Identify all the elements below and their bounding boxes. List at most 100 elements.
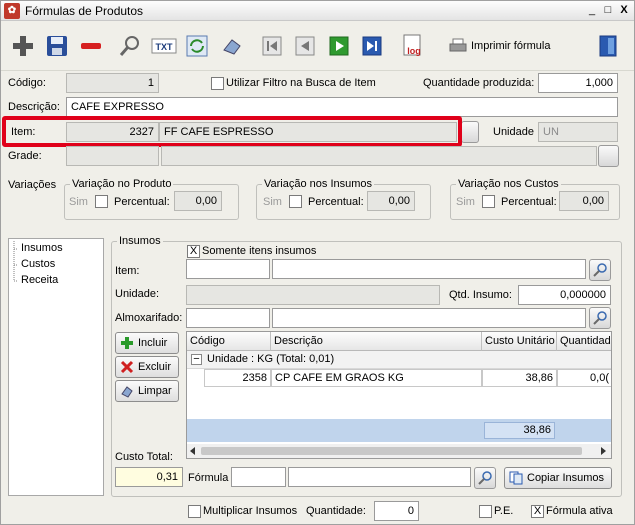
column-header-codigo[interactable]: Código [187,332,271,351]
title-bar: ✿ Fórmulas de Produtos _ □ X [1,1,634,21]
formula-label: Fórmula [188,472,229,484]
variacao-produto-checkbox[interactable] [95,195,108,208]
somente-insumos-checkbox[interactable]: X [187,245,200,258]
variacao-produto-percentual-field[interactable]: 0,00 [174,191,222,211]
incluir-button[interactable]: Incluir [115,332,179,354]
variacao-insumos-percentual-field[interactable]: 0,00 [367,191,415,211]
variacao-produto-percentual-label: Percentual: [114,196,170,208]
quantidade-field[interactable]: 0 [374,501,419,521]
excluir-label: Excluir [138,361,172,373]
total-custo: 38,86 [484,422,555,439]
exit-door-icon [599,35,617,57]
almoxarifado-code-field[interactable] [186,308,270,328]
variacao-insumos-sim: Sim [263,196,282,208]
log-button[interactable]: log [400,33,426,59]
insumo-unidade-label: Unidade: [115,288,160,300]
formula-ativa-checkbox[interactable]: X [531,505,544,518]
descricao-field[interactable]: CAFE EXPRESSO [66,97,618,117]
maximize-button[interactable]: □ [600,3,616,18]
insumo-item-desc-field[interactable] [272,259,586,279]
variacao-custos-percentual-field[interactable]: 0,00 [559,191,609,211]
last-record-button[interactable] [359,33,385,59]
eraser-button[interactable] [219,33,245,59]
window-title: Fórmulas de Produtos [25,4,144,18]
codigo-field[interactable]: 1 [66,73,159,93]
collapse-toggle[interactable]: − [191,354,202,365]
formula-desc-field[interactable] [288,467,471,487]
printer-icon [449,38,467,52]
column-header-quantidade[interactable]: Quantidade [557,332,611,351]
tree-item-custos[interactable]: Custos [21,258,55,270]
variacao-insumos-checkbox[interactable] [289,195,302,208]
somente-insumos-label: Somente itens insumos [202,245,317,257]
tree-item-insumos[interactable]: Insumos [21,242,63,254]
formula-code-field[interactable] [231,467,286,487]
variacao-insumos-percentual-label: Percentual: [308,196,364,208]
add-button[interactable] [10,33,36,59]
tree-item-receita[interactable]: Receita [21,274,58,286]
delete-x-icon [120,360,134,374]
table-row[interactable]: 2358 CP CAFE EM GRAOS KG 38,86 0,0( [187,369,611,387]
app-icon: ✿ [4,3,20,19]
formula-search-button[interactable] [474,467,496,489]
scrollbar-thumb[interactable] [201,447,582,455]
tree-lines [13,241,18,282]
item-search-button[interactable] [461,121,479,143]
group-row[interactable]: − Unidade : KG (Total: 0,01) [187,351,611,369]
eraser-icon [121,386,133,398]
delete-button[interactable] [78,33,104,59]
search-icon [119,36,139,56]
almoxarifado-desc-field[interactable] [272,308,586,328]
export-txt-button[interactable]: TXT [151,33,177,59]
floppy-icon [47,36,67,56]
cell-codigo: 2358 [204,369,271,387]
highlight-box [2,116,462,147]
navigation-tree: Insumos Custos Receita [8,238,104,496]
print-formula-button[interactable]: Imprimir fórmula [445,35,554,57]
next-record-button[interactable] [326,33,352,59]
copy-icon [509,471,523,485]
insumo-item-label: Item: [115,265,140,277]
previous-icon [295,36,315,56]
pe-checkbox[interactable] [479,505,492,518]
column-header-custo-unitario[interactable]: Custo Unitário [482,332,557,351]
descricao-label: Descrição: [8,101,60,113]
refresh-button[interactable] [184,33,210,59]
column-header-descricao[interactable]: Descrição [271,332,482,351]
grade-desc-field [161,146,597,166]
insumo-item-code-field[interactable] [186,259,270,279]
limpar-button[interactable]: Limpar [115,380,179,402]
qtd-insumo-field[interactable]: 0,000000 [518,285,611,305]
scroll-left-icon[interactable] [190,447,196,455]
save-button[interactable] [44,33,70,59]
grade-search-button[interactable] [598,145,619,167]
first-record-button[interactable] [259,33,285,59]
almoxarifado-search-button[interactable] [589,307,611,329]
exit-button[interactable] [595,33,621,59]
log-icon: log [403,34,421,56]
search-button[interactable] [117,33,143,59]
log-icon-label: log [407,46,421,56]
grade-code-field [66,146,159,166]
variacao-custos-sim: Sim [456,196,475,208]
copiar-insumos-button[interactable]: Copiar Insumos [504,467,612,489]
scroll-right-icon[interactable] [601,447,607,455]
filtro-checkbox[interactable] [211,77,224,90]
minimize-button[interactable]: _ [584,3,600,18]
minus-icon [81,43,101,49]
qtd-produzida-field[interactable]: 1,000 [538,73,618,93]
copiar-insumos-label: Copiar Insumos [527,472,605,484]
previous-record-button[interactable] [292,33,318,59]
variacao-custos-checkbox[interactable] [482,195,495,208]
multiplicar-insumos-checkbox[interactable] [188,505,201,518]
unidade-field: UN [538,122,618,142]
insumo-item-search-button[interactable] [589,259,611,281]
insumos-group-title: Insumos [117,235,163,247]
horizontal-scrollbar[interactable] [187,444,611,458]
grade-label: Grade: [8,150,42,162]
txt-icon-label: TXT [156,42,174,52]
close-button[interactable]: X [616,3,632,18]
cell-quantidade: 0,0( [557,369,611,387]
excluir-button[interactable]: Excluir [115,356,179,378]
variacao-produto-group: Variação no Produto Sim Percentual: 0,00 [64,178,239,220]
